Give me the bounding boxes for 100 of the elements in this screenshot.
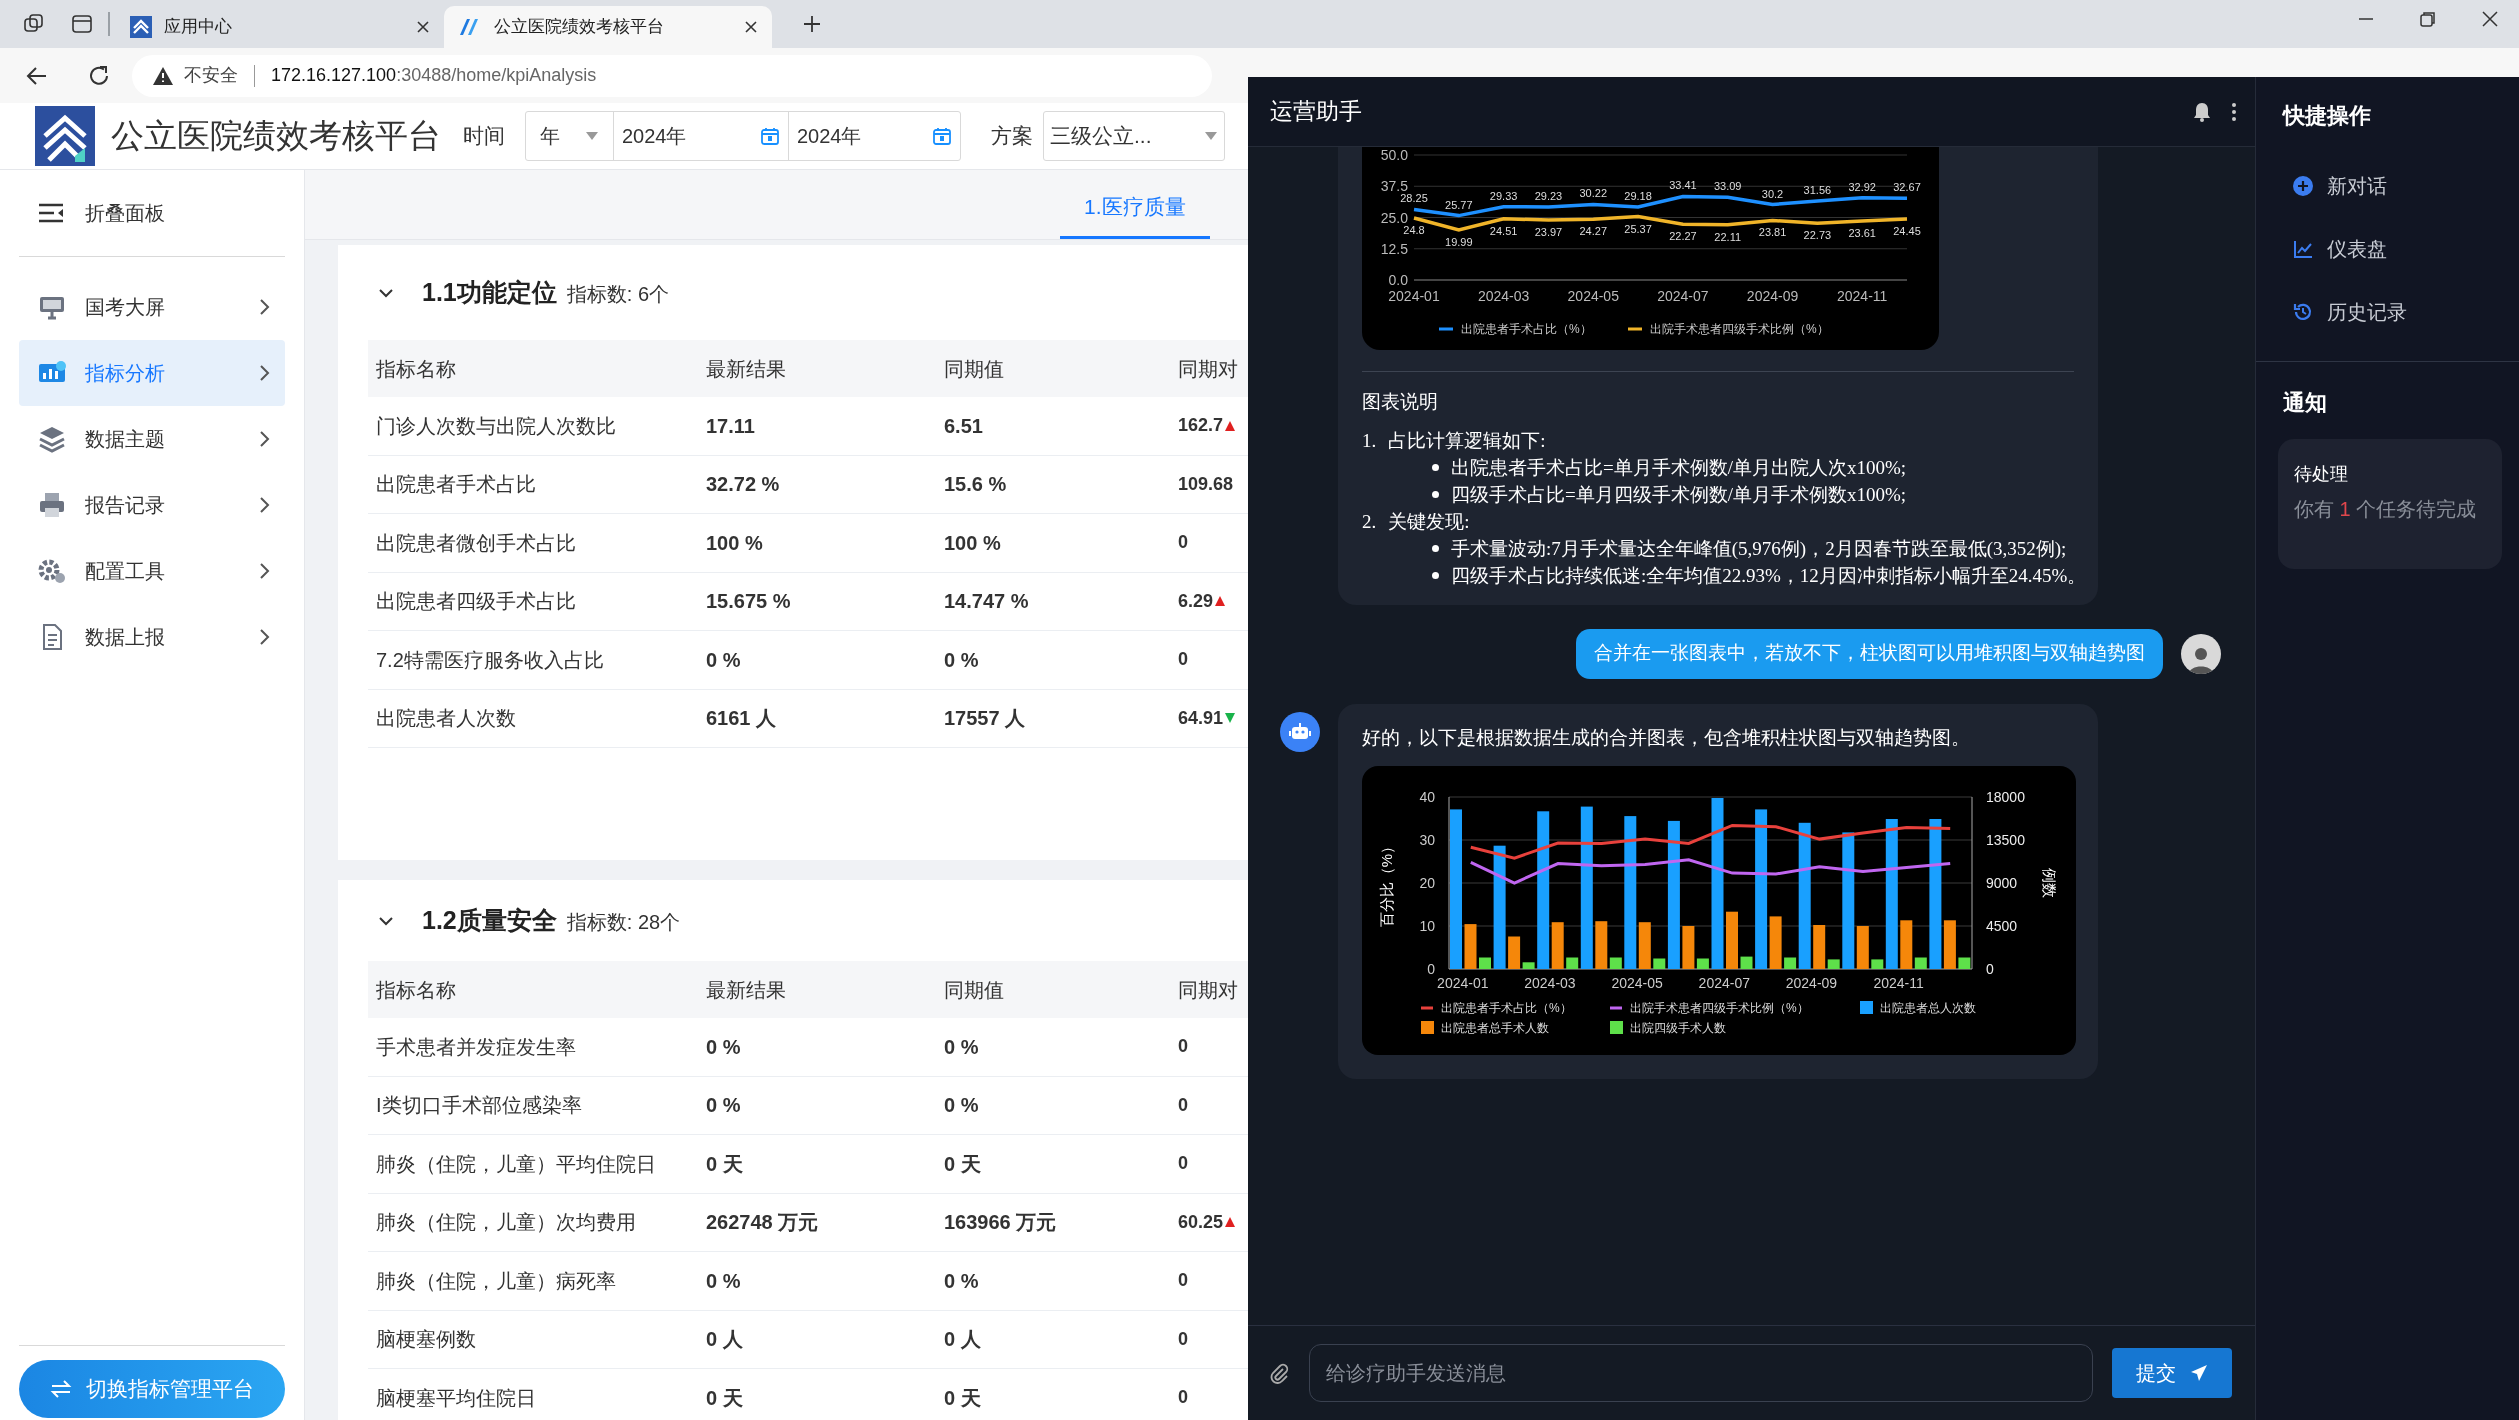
table-cell-text: 0 % — [705, 1093, 742, 1119]
browser-tab[interactable]: 应用中心 — [116, 6, 444, 48]
quick-action[interactable]: 仪表盘 — [2283, 217, 2519, 280]
swap-icon — [50, 1380, 72, 1398]
table-cell-text: 肺炎（住院，儿童）次均费用 — [375, 1210, 637, 1236]
data-label: 33.41 — [1669, 179, 1697, 192]
table-cell-text: 0 % — [943, 647, 980, 673]
legend-label: 出院四级手术人数 — [1630, 1020, 1726, 1035]
axis-tick-label: 0 — [1986, 960, 1994, 977]
chart-bar — [1726, 911, 1738, 969]
message-text: 好的，以下是根据数据生成的合并图表，包含堆积柱状图与双轴趋势图。 — [1362, 725, 1971, 750]
table-cell-text: 0 天 — [943, 1151, 982, 1177]
list-text: 关键发现: — [1388, 509, 1470, 534]
data-label: 23.61 — [1848, 227, 1876, 239]
column-header: 最新结果 — [705, 356, 787, 382]
table-cell-text: 17557 人 — [943, 706, 1027, 732]
address-bar[interactable]: 不安全 172.16.127.100:30488/home/kpiAnalysis — [132, 54, 1212, 97]
data-label: 32.67 — [1893, 181, 1921, 194]
data-label: 23.81 — [1758, 226, 1787, 239]
axis-tick-label: 9000 — [1986, 874, 2018, 891]
axis-tick-label: 2024-01 — [1388, 288, 1440, 304]
data-label: 22.27 — [1669, 230, 1697, 243]
plan-select[interactable]: 三级公立... — [1043, 111, 1225, 161]
indicator-count: 指标数: 6个 — [566, 281, 669, 307]
tab-title: 公立医院绩效考核平台 — [494, 16, 665, 39]
data-label: 30.2 — [1761, 187, 1784, 200]
table-cell-text: 0 — [1178, 1269, 1188, 1293]
collapse-button[interactable]: 折叠面板 — [19, 170, 285, 257]
legend-swatch — [1439, 327, 1453, 331]
table-cell-text: 0 天 — [705, 1151, 744, 1177]
data-label: 24.8 — [1403, 224, 1425, 236]
table-cell-text: I类切口手术部位感染率 — [375, 1093, 583, 1119]
bullet-icon — [1432, 463, 1439, 471]
quick-action[interactable]: 新对话 — [2283, 154, 2519, 217]
table-cell-text: 门诊人次数与出院人次数比 — [375, 413, 617, 439]
content-tab[interactable]: 1.医疗质量 — [1060, 177, 1210, 239]
table-cell-text: 162.7 — [1178, 414, 1224, 438]
submit-button[interactable]: 提交 — [2112, 1348, 2232, 1398]
tab-title: 应用中心 — [164, 16, 233, 39]
message-input[interactable]: 给诊疗助手发送消息 — [1309, 1344, 2093, 1402]
axis-tick-label: 2024-07 — [1698, 974, 1750, 991]
legend-swatch — [1628, 327, 1642, 331]
axis-tick-label: 2024-05 — [1611, 974, 1663, 991]
axis-tick-label: 2024-11 — [1873, 974, 1924, 991]
table-cell-text: 100 % — [943, 530, 1002, 556]
attachment-icon[interactable] — [1268, 1362, 1290, 1384]
column-header: 最新结果 — [705, 977, 787, 1003]
axis-tick-label: 13500 — [1986, 831, 2025, 848]
browser-tab[interactable]: 公立医院绩效考核平台 — [444, 6, 772, 48]
axis-tick-label: 0.0 — [1388, 272, 1408, 288]
axis-tick-label: 12.5 — [1380, 240, 1408, 257]
data-label: 24.27 — [1579, 225, 1608, 238]
table-cell-text: 17.11 — [705, 413, 756, 439]
chevron-right-icon — [259, 628, 271, 646]
close-icon[interactable] — [416, 20, 430, 34]
table-cell-text: 32.72 % — [705, 472, 781, 498]
list-text: 四级手术占比=单月四级手术例数/单月手术例数x100%; — [1451, 482, 1907, 507]
chevron-right-icon — [259, 496, 271, 514]
sidebar-item[interactable]: 指标分析 — [19, 340, 285, 406]
list-number: 2. — [1362, 509, 1377, 534]
table-cell-text: 0 % — [705, 647, 742, 673]
axis-tick-label: 2024-05 — [1567, 288, 1619, 304]
data-label: 31.56 — [1803, 184, 1832, 197]
axis-tick-label: 30 — [1419, 831, 1435, 848]
axis-tick-label: 2024-09 — [1785, 974, 1838, 991]
close-icon[interactable] — [744, 20, 758, 34]
notification-card[interactable]: 待处理 你有 1 个任务待完成 — [2278, 439, 2502, 569]
axis-tick-label: 4500 — [1986, 917, 2018, 934]
axis-tick-label: 50.0 — [1380, 147, 1408, 163]
axis-tick-label: 37.5 — [1380, 178, 1408, 195]
table-cell-text: 出院患者四级手术占比 — [375, 589, 577, 615]
table-cell-text: 脑梗塞平均住院日 — [375, 1385, 537, 1411]
legend-label: 出院患者总人次数 — [1880, 1000, 1976, 1015]
bell-icon[interactable] — [2193, 101, 2211, 122]
list-text: 占比计算逻辑如下: — [1388, 428, 1546, 453]
column-header: 同期对 — [1177, 356, 1238, 382]
table-cell-text: 6.29 — [1178, 589, 1214, 613]
axis-tick-label: 2024-11 — [1837, 288, 1888, 304]
table-cell-text: 15.6 % — [943, 472, 1008, 498]
list-number: 1. — [1362, 428, 1377, 453]
bullet-icon — [1432, 544, 1439, 552]
list-text: 出院患者手术占比=单月手术例数/单月出院人次x100%; — [1451, 455, 1907, 480]
table-cell-text: 14.747 % — [943, 589, 1030, 615]
bullet-icon — [1432, 571, 1439, 579]
axis-title: 百分比（%） — [1378, 838, 1395, 927]
new-tab-icon[interactable] — [802, 14, 822, 34]
filter-label: 方案 — [991, 123, 1033, 150]
more-icon[interactable] — [2231, 101, 2237, 122]
axis-tick-label: 25.0 — [1380, 209, 1408, 226]
send-icon — [2190, 1364, 2208, 1382]
table-cell-text: 7.2特需医疗服务收入占比 — [375, 647, 605, 673]
close-icon[interactable] — [2481, 10, 2499, 28]
restore-icon[interactable] — [2419, 10, 2437, 28]
axis-tick-label: 2024-01 — [1437, 974, 1489, 991]
table-cell-text: 0 % — [705, 1268, 742, 1294]
data-label: 23.97 — [1534, 226, 1563, 239]
table-cell-text: 100 % — [705, 530, 764, 556]
quick-action[interactable]: 历史记录 — [2283, 280, 2519, 343]
legend-label: 出院患者手术占比（%） — [1461, 322, 1592, 336]
tab-actions-icon[interactable] — [70, 12, 94, 36]
